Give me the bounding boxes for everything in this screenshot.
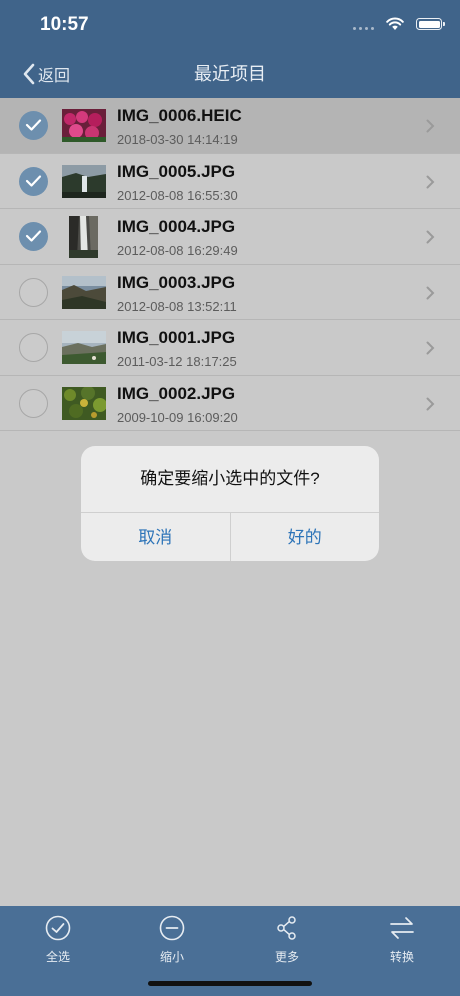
file-date: 2018-03-30 14:14:19 [117,132,238,147]
convert-button[interactable]: 转换 [367,915,437,965]
convert-arrows-icon [390,917,414,939]
status-time: 10:57 [40,14,89,35]
wifi-icon [386,17,404,30]
checkbox-unchecked[interactable] [19,388,48,418]
chevron-right-icon [426,119,435,133]
checkmark-icon [25,174,42,187]
file-row[interactable]: IMG_0006.HEIC 2018-03-30 14:14:19 [0,98,460,154]
checkmark-icon [25,119,42,131]
file-name: IMG_0003.JPG [117,272,236,292]
check-circle-icon [45,915,71,941]
cancel-button[interactable]: 取消 [81,513,230,561]
file-date: 2012-08-08 13:52:11 [117,298,237,314]
photo-thumbnail [62,164,106,198]
share-icon [277,916,296,940]
file-row[interactable]: IMG_0004.JPG 2012-08-08 16:29:49 [0,209,460,265]
select-all-label: 全选 [45,950,70,964]
checkbox-checked[interactable] [19,166,48,196]
file-date: 2012-08-08 16:29:49 [117,243,238,258]
confirm-dialog: 确定要缩小选中的文件? 取消 好的 [81,446,379,561]
select-all-button[interactable]: 全选 [23,915,93,965]
photo-thumbnail [62,386,106,420]
dialog-message: 确定要缩小选中的文件? [140,469,320,488]
photo-thumbnail [69,216,98,258]
chevron-right-icon [426,397,435,410]
file-date: 2011-03-12 18:17:25 [117,354,237,369]
minus-circle-icon [159,915,185,941]
chevron-right-icon [426,341,435,355]
top-bar: 10:57 返回 最近项目 [0,0,460,98]
battery-icon [416,18,445,30]
more-button[interactable]: 更多 [252,915,322,965]
file-name: IMG_0004.JPG [117,217,236,236]
file-row[interactable]: IMG_0005.JPG 2012-08-08 16:55:30 [0,153,460,209]
more-label: 更多 [274,950,299,964]
status-icons [353,15,445,33]
photo-thumbnail [62,275,106,309]
checkbox-unchecked[interactable] [19,277,48,307]
checkbox-checked[interactable] [19,111,48,140]
ok-button[interactable]: 好的 [229,513,380,561]
chevron-right-icon [426,286,435,299]
file-list: IMG_0006.HEIC 2018-03-30 14:14:19 IMG_00… [0,98,460,431]
file-row[interactable]: IMG_0001.JPG 2011-03-12 18:17:25 [0,320,460,376]
checkbox-unchecked[interactable] [19,333,48,362]
shrink-label: 缩小 [159,950,184,964]
shrink-button[interactable]: 缩小 [137,915,207,965]
chevron-right-icon [426,230,435,244]
file-row[interactable]: IMG_0002.JPG 2009-10-09 16:09:20 [0,375,460,431]
chevron-right-icon [426,175,435,188]
checkbox-checked[interactable] [19,222,48,251]
convert-label: 转换 [389,950,414,964]
file-date: 2009-10-09 16:09:20 [117,409,238,425]
home-indicator[interactable] [148,981,312,986]
file-row[interactable]: IMG_0003.JPG 2012-08-08 13:52:11 [0,264,460,320]
file-name: IMG_0006.HEIC [117,106,242,125]
file-name: IMG_0005.JPG [117,161,236,181]
file-name: IMG_0001.JPG [117,328,236,347]
checkmark-icon [25,230,42,242]
page-title: 最近项目 [194,64,266,84]
photo-thumbnail [62,109,106,142]
dialog-actions: 取消 好的 [81,512,379,561]
file-date: 2012-08-08 16:55:30 [117,187,238,203]
file-name: IMG_0002.JPG [117,383,236,403]
photo-thumbnail [62,331,106,364]
cellular-signal-icon [353,18,374,30]
